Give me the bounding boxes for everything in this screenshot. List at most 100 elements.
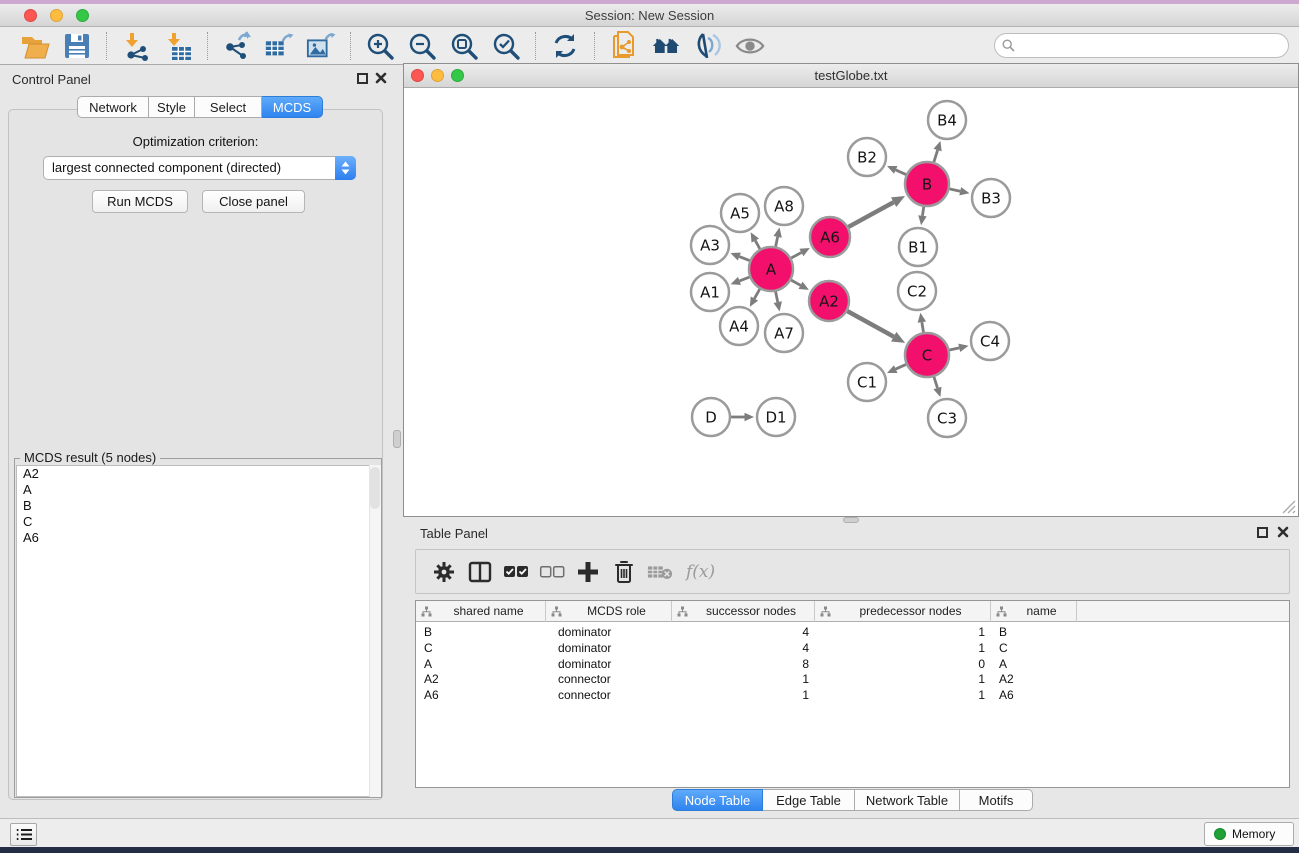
- refresh-icon[interactable]: [550, 31, 580, 61]
- tab-mcds[interactable]: MCDS: [262, 96, 323, 118]
- table-cell[interactable]: connector: [546, 688, 672, 704]
- open-file-icon[interactable]: [20, 31, 50, 61]
- result-scrollbar-thumb[interactable]: [370, 467, 380, 509]
- table-row[interactable]: Adominator80A: [416, 657, 1289, 673]
- table-cell[interactable]: 1: [815, 672, 991, 688]
- delete-icon[interactable]: [611, 559, 637, 585]
- float-panel-icon[interactable]: [357, 73, 368, 84]
- eye-icon[interactable]: [735, 31, 765, 61]
- table-cell[interactable]: A6: [416, 688, 546, 704]
- table-cell[interactable]: 0: [815, 657, 991, 673]
- table-cell[interactable]: 1: [815, 688, 991, 704]
- run-mcds-button[interactable]: Run MCDS: [92, 190, 188, 213]
- edge-arrowhead: [918, 215, 926, 225]
- float-table-panel-icon[interactable]: [1257, 527, 1268, 538]
- network-window-titlebar: testGlobe.txt: [404, 64, 1298, 88]
- tab-network[interactable]: Network: [77, 96, 149, 118]
- zoom-out-icon[interactable]: [407, 31, 437, 61]
- table-cell[interactable]: 4: [672, 641, 815, 657]
- table-cell[interactable]: A2: [416, 672, 546, 688]
- table-row[interactable]: Cdominator41C: [416, 641, 1289, 657]
- column-header-predecessor-nodes[interactable]: predecessor nodes: [815, 601, 991, 622]
- import-network-icon[interactable]: [121, 31, 151, 61]
- mcds-result-item[interactable]: A: [17, 482, 380, 498]
- mcds-result-item[interactable]: B: [17, 498, 380, 514]
- tab-motifs[interactable]: Motifs: [960, 789, 1033, 811]
- table-row[interactable]: A6connector11A6: [416, 688, 1289, 704]
- import-table-icon[interactable]: [163, 31, 193, 61]
- table-cell[interactable]: 1: [672, 672, 815, 688]
- table-row[interactable]: A2connector11A2: [416, 672, 1289, 688]
- criterion-select[interactable]: largest connected component (directed): [43, 156, 356, 180]
- node-table: shared nameMCDS rolesuccessor nodesprede…: [415, 600, 1290, 788]
- memory-status-icon: [1214, 828, 1226, 840]
- tab-edge-table[interactable]: Edge Table: [763, 789, 855, 811]
- export-image-icon[interactable]: [306, 31, 336, 61]
- close-panel-icon[interactable]: [374, 71, 388, 85]
- network-graph: ABCA6A2A1A3A4A5A7A8B1B2B3B4C1C2C3C4DD1: [404, 88, 1298, 516]
- table-cell[interactable]: B: [991, 625, 1077, 641]
- deselect-checkboxes-icon[interactable]: [539, 559, 565, 585]
- table-cell[interactable]: 4: [672, 625, 815, 641]
- close-panel-button[interactable]: Close panel: [202, 190, 305, 213]
- toolbar-separator: [535, 32, 536, 60]
- zoom-in-icon[interactable]: [365, 31, 395, 61]
- table-cell[interactable]: A2: [991, 672, 1077, 688]
- table-row[interactable]: Bdominator41B: [416, 625, 1289, 641]
- column-header-shared-name[interactable]: shared name: [416, 601, 546, 622]
- task-history-button[interactable]: [10, 823, 37, 846]
- table-cell[interactable]: dominator: [546, 657, 672, 673]
- table-cell[interactable]: B: [416, 625, 546, 641]
- column-header-mcds-role[interactable]: MCDS role: [546, 601, 672, 622]
- graph-node-label-A5: A5: [730, 204, 750, 222]
- mcds-result-list: A2ABCA6: [16, 465, 381, 797]
- table-cell[interactable]: 1: [672, 688, 815, 704]
- edge-A-A3: [739, 257, 749, 261]
- horizontal-split-handle[interactable]: [843, 517, 859, 523]
- table-cell[interactable]: A6: [991, 688, 1077, 704]
- search-input[interactable]: [994, 33, 1289, 58]
- network-canvas[interactable]: ABCA6A2A1A3A4A5A7A8B1B2B3B4C1C2C3C4DD1: [404, 88, 1298, 516]
- table-cell[interactable]: A: [991, 657, 1077, 673]
- mcds-result-title: MCDS result (5 nodes): [20, 450, 160, 465]
- home-icon[interactable]: [651, 31, 681, 61]
- table-cell[interactable]: dominator: [546, 641, 672, 657]
- zoom-fit-icon[interactable]: [449, 31, 479, 61]
- mcds-result-item[interactable]: A6: [17, 530, 380, 546]
- edge-C-C3: [934, 377, 938, 388]
- table-cell[interactable]: 1: [815, 625, 991, 641]
- select-all-checkboxes-icon[interactable]: [503, 559, 529, 585]
- tab-style[interactable]: Style: [149, 96, 195, 118]
- add-column-icon[interactable]: [575, 559, 601, 585]
- mcds-result-item[interactable]: A2: [17, 466, 380, 482]
- mcds-result-item[interactable]: C: [17, 514, 380, 530]
- network-file-icon[interactable]: [609, 31, 639, 61]
- zoom-selected-icon[interactable]: [491, 31, 521, 61]
- tab-select[interactable]: Select: [195, 96, 262, 118]
- save-session-icon[interactable]: [62, 31, 92, 61]
- table-cell[interactable]: connector: [546, 672, 672, 688]
- table-cell[interactable]: A: [416, 657, 546, 673]
- table-cell[interactable]: dominator: [546, 625, 672, 641]
- edge-arrowhead: [918, 313, 926, 323]
- graphics-details-icon[interactable]: [693, 31, 723, 61]
- table-cell[interactable]: 1: [815, 641, 991, 657]
- resize-grip-icon[interactable]: [1280, 498, 1296, 514]
- vertical-split-handle[interactable]: [393, 430, 401, 448]
- column-header-name[interactable]: name: [991, 601, 1077, 622]
- table-cell[interactable]: 8: [672, 657, 815, 673]
- export-network-icon[interactable]: [222, 31, 252, 61]
- column-header-successor-nodes[interactable]: successor nodes: [672, 601, 815, 622]
- gear-icon[interactable]: [431, 559, 457, 585]
- close-table-panel-icon[interactable]: [1276, 525, 1290, 539]
- memory-button[interactable]: Memory: [1204, 822, 1294, 846]
- edge-arrowhead: [959, 187, 969, 195]
- table-cell[interactable]: C: [991, 641, 1077, 657]
- tab-network-table[interactable]: Network Table: [855, 789, 960, 811]
- table-cell[interactable]: C: [416, 641, 546, 657]
- split-columns-icon[interactable]: [467, 559, 493, 585]
- function-builder-icon[interactable]: f(x): [686, 562, 715, 582]
- export-table-icon[interactable]: [264, 31, 294, 61]
- tab-node-table[interactable]: Node Table: [672, 789, 763, 811]
- delete-table-icon[interactable]: [647, 559, 673, 585]
